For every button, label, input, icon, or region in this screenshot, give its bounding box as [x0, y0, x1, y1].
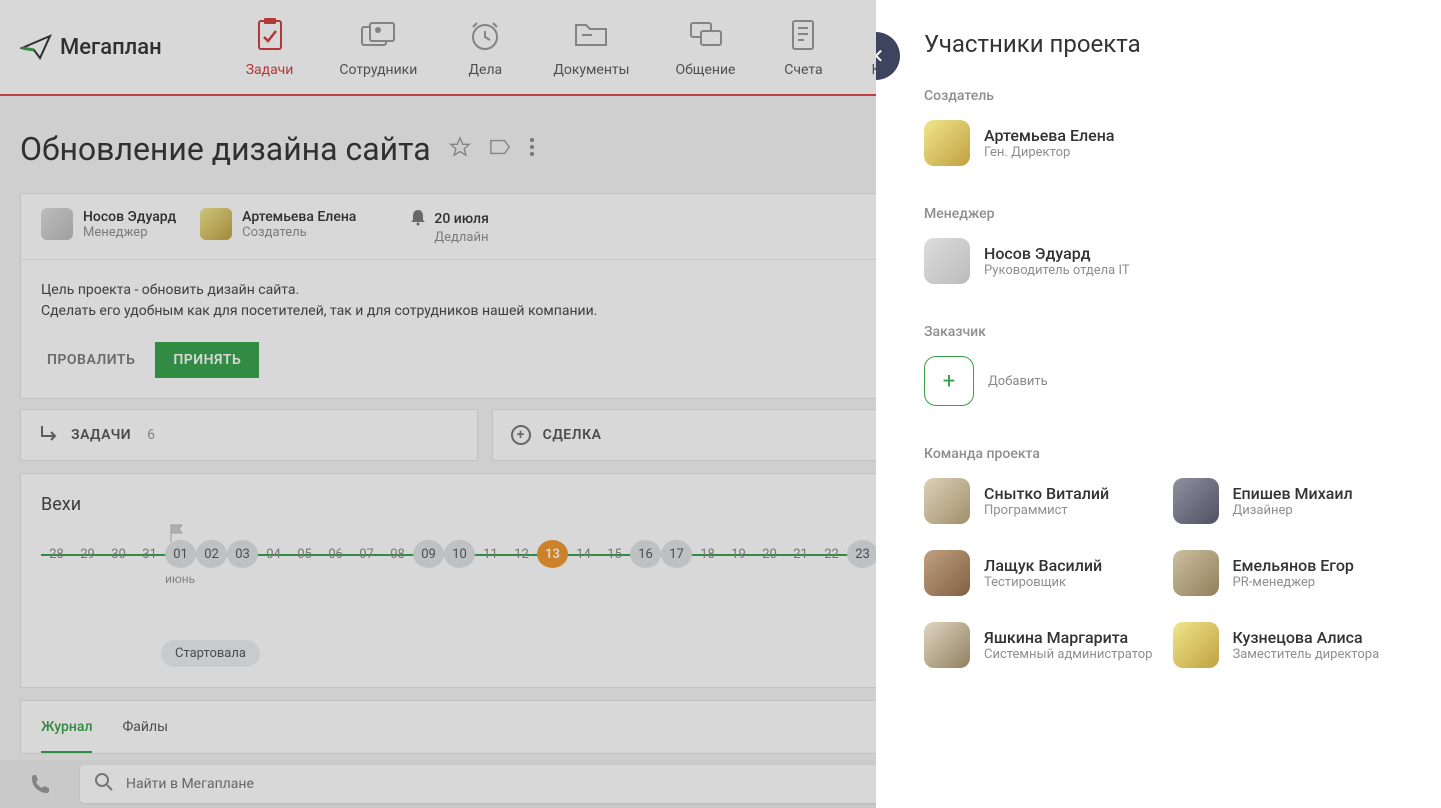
section-title: Менеджер [924, 206, 1401, 222]
person-name: Кузнецова Алиса [1233, 628, 1380, 647]
person-role: Программист [984, 503, 1109, 518]
person-item[interactable]: Снытко ВиталийПрограммист [924, 478, 1153, 524]
person-name: Лащук Василий [984, 556, 1102, 575]
avatar [1173, 622, 1219, 668]
participants-panel: ✕ Участники проекта Создатель Артемьева … [876, 0, 1441, 808]
person-item[interactable]: Яшкина МаргаритаСистемный администратор [924, 622, 1153, 668]
person-item[interactable]: Епишев МихаилДизайнер [1173, 478, 1402, 524]
avatar [1173, 550, 1219, 596]
person-role: Заместитель директора [1233, 647, 1380, 662]
person-item[interactable]: Лащук ВасилийТестировщик [924, 550, 1153, 596]
person-role: Системный администратор [984, 647, 1152, 662]
person-role: Тестировщик [984, 575, 1102, 590]
person-role: Ген. Директор [984, 145, 1115, 160]
person-name: Яшкина Маргарита [984, 628, 1152, 647]
person-item[interactable]: Кузнецова АлисаЗаместитель директора [1173, 622, 1402, 668]
person-role: PR-менеджер [1233, 575, 1354, 590]
avatar [924, 550, 970, 596]
section-manager: Менеджер Носов Эдуард Руководитель отдел… [924, 206, 1401, 284]
avatar [924, 120, 970, 166]
avatar [924, 478, 970, 524]
avatar [924, 238, 970, 284]
person-item[interactable]: Емельянов ЕгорPR-менеджер [1173, 550, 1402, 596]
panel-title: Участники проекта [924, 30, 1401, 58]
person-name: Снытко Виталий [984, 484, 1109, 503]
plus-icon: + [924, 356, 974, 406]
person-name: Епишев Михаил [1233, 484, 1353, 503]
close-button[interactable]: ✕ [876, 32, 900, 80]
person-name: Носов Эдуард [984, 244, 1130, 263]
team-grid: Снытко ВиталийПрограммист Епишев МихаилДи… [924, 478, 1401, 668]
person-item[interactable]: Носов Эдуард Руководитель отдела IT [924, 238, 1401, 284]
close-icon: ✕ [876, 44, 884, 68]
person-name: Емельянов Егор [1233, 556, 1354, 575]
person-role: Руководитель отдела IT [984, 263, 1130, 278]
section-creator: Создатель Артемьева Елена Ген. Директор [924, 88, 1401, 166]
section-customer: Заказчик + Добавить [924, 324, 1401, 406]
section-title: Заказчик [924, 324, 1401, 340]
section-title: Команда проекта [924, 446, 1401, 462]
avatar [1173, 478, 1219, 524]
add-label: Добавить [988, 374, 1048, 389]
person-name: Артемьева Елена [984, 126, 1115, 145]
section-title: Создатель [924, 88, 1401, 104]
person-item[interactable]: Артемьева Елена Ген. Директор [924, 120, 1401, 166]
person-role: Дизайнер [1233, 503, 1353, 518]
add-customer[interactable]: + Добавить [924, 356, 1401, 406]
section-team: Команда проекта Снытко ВиталийПрограммис… [924, 446, 1401, 668]
avatar [924, 622, 970, 668]
